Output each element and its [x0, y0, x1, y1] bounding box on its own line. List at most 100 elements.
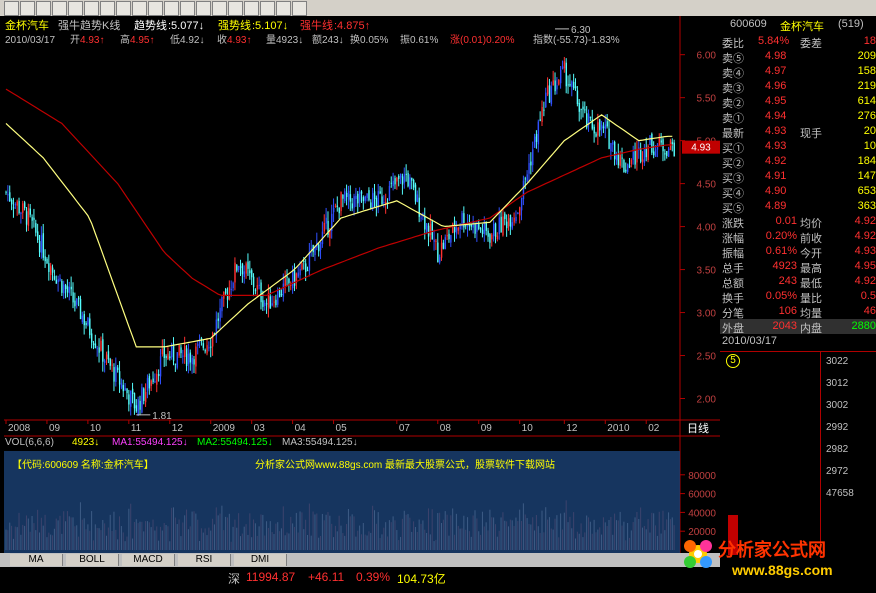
buy-price: 4.90 — [765, 185, 787, 197]
main-chart[interactable]: 6.005.505.004.504.003.503.002.502.00 200… — [0, 16, 720, 553]
candle-body — [107, 351, 110, 360]
candle-body — [552, 80, 554, 86]
y-tick-label: 3.50 — [697, 266, 717, 277]
candle-body — [433, 239, 435, 242]
candle-body — [40, 235, 43, 253]
tab-boll[interactable]: BOLL — [66, 554, 119, 566]
candle-body — [465, 225, 467, 227]
tab-ma[interactable]: MA — [10, 554, 63, 566]
x-tick-label: 07 — [399, 423, 411, 434]
candle-body — [238, 265, 240, 270]
weicha-value: 18 — [863, 35, 876, 47]
candle-body — [435, 240, 437, 242]
candle-body — [560, 69, 562, 84]
candle-body — [55, 279, 58, 284]
candle-body — [528, 163, 530, 174]
forward-icon[interactable] — [52, 1, 67, 16]
candle-body — [439, 257, 441, 263]
candle-body — [130, 390, 132, 407]
candle-body — [117, 367, 119, 371]
candle-body — [120, 383, 123, 388]
candle-body — [364, 196, 366, 201]
list-icon[interactable] — [196, 1, 211, 16]
candle-body — [600, 124, 603, 129]
candle-body — [256, 285, 259, 290]
line-icon[interactable] — [116, 1, 131, 16]
print-icon[interactable] — [20, 1, 35, 16]
candle-body — [310, 248, 313, 250]
grid-icon[interactable] — [164, 1, 179, 16]
candle-body — [319, 242, 322, 250]
candle-body — [178, 344, 180, 356]
candle-body — [411, 177, 413, 181]
menu-icon[interactable] — [292, 1, 307, 16]
quote-row: 最新 4.93 现手 20 — [720, 124, 876, 140]
stat-value: 0.20% — [765, 230, 797, 242]
candle-body — [530, 161, 532, 166]
stat-value: 0.01 — [775, 215, 797, 227]
candle-body — [46, 258, 48, 264]
candle-body — [59, 278, 61, 281]
candle-body — [524, 178, 527, 180]
candle-body — [580, 108, 582, 110]
window-icon[interactable] — [260, 1, 275, 16]
candle-body — [359, 191, 361, 202]
mini-tick-label: 2982 — [826, 444, 849, 455]
y-tick-label: 2.00 — [697, 395, 717, 406]
cursor-icon[interactable] — [84, 1, 99, 16]
sell-vol: 209 — [857, 50, 876, 62]
quote-row: 买② 4.92 184 — [720, 154, 876, 170]
x-tick-label: 11 — [131, 423, 142, 434]
tab-rsi[interactable]: RSI — [178, 554, 231, 566]
candle-body — [306, 270, 309, 272]
candle-body — [334, 205, 337, 207]
candle-body — [284, 277, 286, 287]
chart-icon[interactable] — [180, 1, 195, 16]
candle-body — [249, 270, 251, 274]
candle-body — [509, 214, 512, 227]
candle-body — [152, 378, 154, 383]
table-icon[interactable] — [212, 1, 227, 16]
candle-body — [25, 211, 28, 225]
candle-body — [176, 352, 179, 368]
candle-body — [94, 343, 97, 349]
candle-body — [217, 318, 219, 321]
candle-body — [500, 216, 502, 233]
quote-row: 卖② 4.95 614 — [720, 94, 876, 110]
candle-body — [543, 109, 545, 111]
x-tick-label: 12 — [172, 423, 184, 434]
candle-body — [137, 399, 139, 415]
candle-body — [558, 79, 560, 85]
save-icon[interactable] — [276, 1, 291, 16]
file-icon[interactable] — [4, 1, 19, 16]
candle-body — [197, 343, 199, 347]
info-icon[interactable] — [244, 1, 259, 16]
back-icon[interactable] — [36, 1, 51, 16]
buy-price: 4.89 — [765, 200, 787, 212]
x-tick-label: 09 — [481, 423, 493, 434]
help-icon[interactable] — [228, 1, 243, 16]
tab-dmi[interactable]: DMI — [234, 554, 287, 566]
candle-body — [18, 201, 20, 214]
candle-body — [493, 223, 495, 237]
candle-body — [210, 346, 212, 348]
candle-body — [494, 223, 497, 237]
candle-body — [658, 137, 661, 146]
candle-body — [440, 242, 443, 258]
candle-body — [340, 192, 342, 212]
candle-body — [269, 296, 272, 309]
refresh-icon[interactable] — [68, 1, 83, 16]
candle-body — [533, 136, 536, 148]
text-icon[interactable] — [148, 1, 163, 16]
candle-body — [561, 66, 564, 70]
candle-body — [452, 223, 454, 234]
tab-macd[interactable]: MACD — [122, 554, 175, 566]
zoom-icon[interactable] — [100, 1, 115, 16]
candle-body — [109, 359, 112, 366]
bull-value: :4.875↑ — [334, 20, 370, 32]
stat-value: 4.95 — [854, 260, 876, 272]
candle-body — [9, 192, 11, 202]
candle-body — [273, 301, 275, 303]
stat-value: 4.92 — [854, 215, 876, 227]
rect-icon[interactable] — [132, 1, 147, 16]
